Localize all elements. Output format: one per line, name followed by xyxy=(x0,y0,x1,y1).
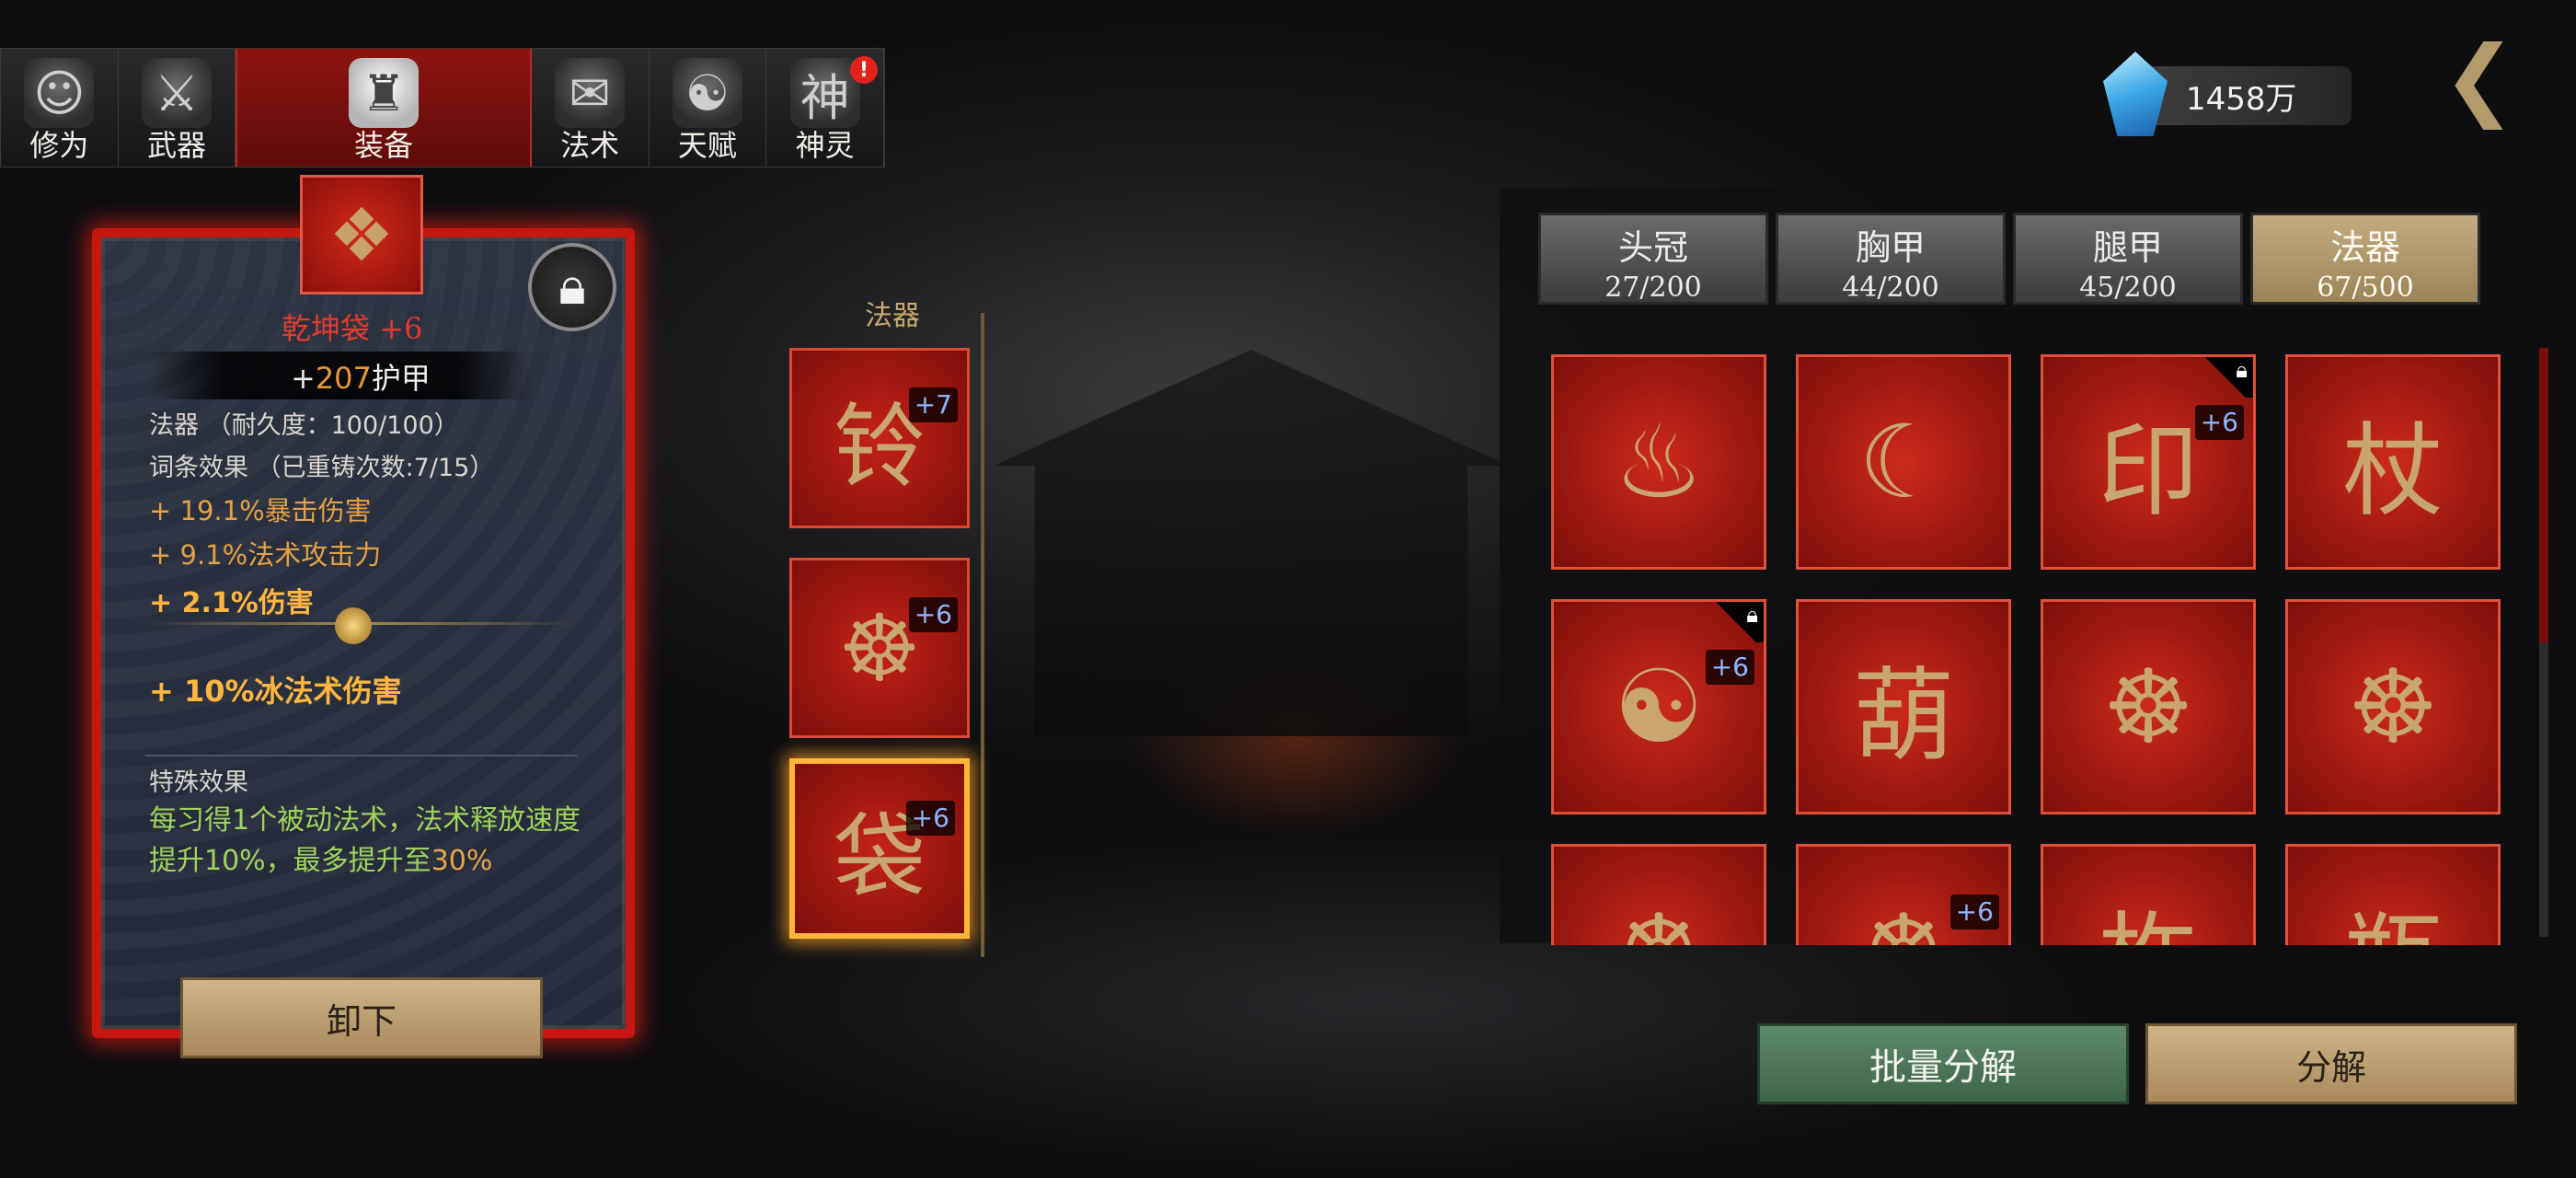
spirit-crystal-icon xyxy=(2103,52,2168,136)
special-effect-main: 每习得1个被动法术，法术释放速度提升10%，最多提升至 xyxy=(149,804,581,877)
inventory-item[interactable]: ☸ xyxy=(1551,844,1766,945)
armor-stat: +207护甲 xyxy=(291,355,431,398)
equipped-slot-header: 法器 xyxy=(865,300,920,332)
bagua-mirror-icon: ☸ xyxy=(2347,648,2439,766)
tab-label: 神灵 xyxy=(795,128,855,163)
inventory-item[interactable]: 印 +6 🔒︎ xyxy=(2041,354,2256,570)
unequip-button[interactable]: 卸下 xyxy=(180,977,543,1058)
horn-icon: ☾ xyxy=(1857,403,1949,521)
tab-cultivation[interactable]: ☺ 修为 xyxy=(1,49,119,167)
sword-icon: ⚔ xyxy=(142,58,213,128)
inventory-item[interactable]: ☯ +6 🔒︎ xyxy=(1551,599,1766,814)
temple-silhouette xyxy=(994,350,1509,736)
enhance-level: +6 xyxy=(1949,895,1999,930)
equipped-slot[interactable]: 铃 +7 xyxy=(789,348,970,528)
divider xyxy=(145,755,578,756)
inventory-item[interactable]: 杵 xyxy=(2041,844,2256,945)
bonus-stat: + 2.1%伤害 xyxy=(149,587,314,619)
inventory-item[interactable]: 葫 xyxy=(1796,599,2011,814)
inventory-item[interactable]: ♨ xyxy=(1551,354,1766,570)
qiankun-bag-icon: ❖ xyxy=(300,175,423,294)
currency-amount: 1458万 xyxy=(2186,80,2297,118)
vajra-icon: 杵 xyxy=(2098,878,2199,945)
lock-icon: 🔒︎ xyxy=(1708,602,1764,642)
special-effect-cap: 30% xyxy=(431,845,493,877)
tab-label: 装备 xyxy=(354,128,414,163)
inventory-scrollbar[interactable] xyxy=(2539,348,2548,937)
inventory-item[interactable]: 瓶 xyxy=(2285,844,2501,945)
tab-deity[interactable]: 神 神灵 ! xyxy=(766,49,884,167)
tab-label: 天赋 xyxy=(677,128,737,163)
armor-prefix: + xyxy=(291,361,316,396)
scroll-icon: ✉ xyxy=(555,58,626,128)
bonus-stat: + 10%冰法术伤害 xyxy=(149,674,402,709)
lock-icon: 🔒︎ xyxy=(2198,357,2253,398)
bagua-mirror-icon: ☸ xyxy=(1614,893,1705,945)
enhance-level: +6 xyxy=(1705,650,1754,685)
currency-display: 1458万 xyxy=(2103,52,2352,136)
affix-header: 词条效果 （已重铸次数:7/15） xyxy=(149,454,495,482)
affix-stat: + 19.1%暴击伤害 xyxy=(149,495,372,526)
special-effect-title: 特殊效果 xyxy=(149,768,248,797)
gourd-icon: 葫 xyxy=(1853,657,1954,775)
inventory-item[interactable]: ☸ +6 xyxy=(1796,844,2011,945)
tab-label: 法术 xyxy=(560,128,620,163)
armor-label: 护甲 xyxy=(371,361,431,396)
armor-value: 207 xyxy=(315,361,372,396)
equipped-slot-selected[interactable]: 袋 +6 xyxy=(789,758,970,939)
main-tab-bar: ☺ 修为 ⚔ 武器 ♜ 装备 ✉ 法术 ☯ 天赋 神 神灵 ! xyxy=(0,48,885,167)
alert-badge: ! xyxy=(850,56,878,84)
tab-label: 修为 xyxy=(29,128,89,163)
scrollbar-thumb[interactable] xyxy=(2539,348,2548,642)
game-screen: ☺ 修为 ⚔ 武器 ♜ 装备 ✉ 法术 ☯ 天赋 神 神灵 ! 1458万 ❮ xyxy=(0,0,2576,1178)
staff-icon: 杖 xyxy=(2342,412,2444,530)
robe-icon: ♜ xyxy=(349,58,420,128)
lock-button[interactable]: 🔒︎ xyxy=(528,243,616,331)
decompose-button[interactable]: 分解 xyxy=(2145,1023,2517,1104)
tab-talent[interactable]: ☯ 天赋 xyxy=(649,49,767,167)
inventory-item[interactable]: ☾ xyxy=(1796,354,2011,570)
enhance-level: +6 xyxy=(2194,405,2244,440)
item-type-durability: 法器 （耐久度：100/100） xyxy=(149,411,459,440)
tab-label: 武器 xyxy=(147,128,207,163)
bagua-mirror-icon: ☸ xyxy=(2102,648,2194,766)
lock-icon: 🔒︎ xyxy=(558,257,586,317)
inventory-item[interactable]: 杖 xyxy=(2285,354,2501,570)
tab-spells[interactable]: ✉ 法术 xyxy=(531,49,650,167)
bagua-icon: ☯ xyxy=(672,58,742,128)
inventory-item[interactable]: ☸ xyxy=(2285,599,2501,814)
coin-ornament-icon xyxy=(335,607,372,644)
seal-stamp-icon: 印 xyxy=(2098,412,2199,530)
incense-burner-icon: ♨ xyxy=(1613,403,1705,521)
affix-stat: + 9.1%法术攻击力 xyxy=(149,539,382,571)
slot-rail xyxy=(981,313,984,957)
equipped-slot[interactable]: ☸ +6 xyxy=(789,558,970,738)
inventory-grid: ♨ ☾ 印 +6 🔒︎ 杖 ☯ +6 🔒︎ 葫 ☸ ☸ +6 xyxy=(1500,189,2521,945)
inventory-panel: 头冠 27/200 胸甲 44/200 腿甲 45/200 法器 67/500 … xyxy=(1500,189,2521,945)
tab-equipment[interactable]: ♜ 装备 xyxy=(236,49,532,167)
item-name: 乾坤袋 +6 xyxy=(282,311,423,346)
bagua-mirror-icon: ☸ xyxy=(1858,893,1949,945)
enhance-level: +7 xyxy=(908,387,958,422)
back-arrow-icon: ❮ xyxy=(2442,27,2517,130)
tab-weapon[interactable]: ⚔ 武器 xyxy=(118,49,236,167)
enhance-level: +6 xyxy=(905,801,955,836)
vase-icon: 瓶 xyxy=(2342,878,2444,945)
enhance-level: +6 xyxy=(908,597,958,632)
cultivator-head-icon: ☺ xyxy=(24,58,95,128)
special-effect-text: 每习得1个被动法术，法术释放速度提升10%，最多提升至30% xyxy=(149,801,591,882)
back-button[interactable]: ❮ xyxy=(2438,27,2521,130)
bagua-flag-icon: ☯ xyxy=(1613,648,1705,766)
batch-decompose-button[interactable]: 批量分解 xyxy=(1757,1023,2129,1104)
inventory-item[interactable]: ☸ xyxy=(2041,599,2256,814)
